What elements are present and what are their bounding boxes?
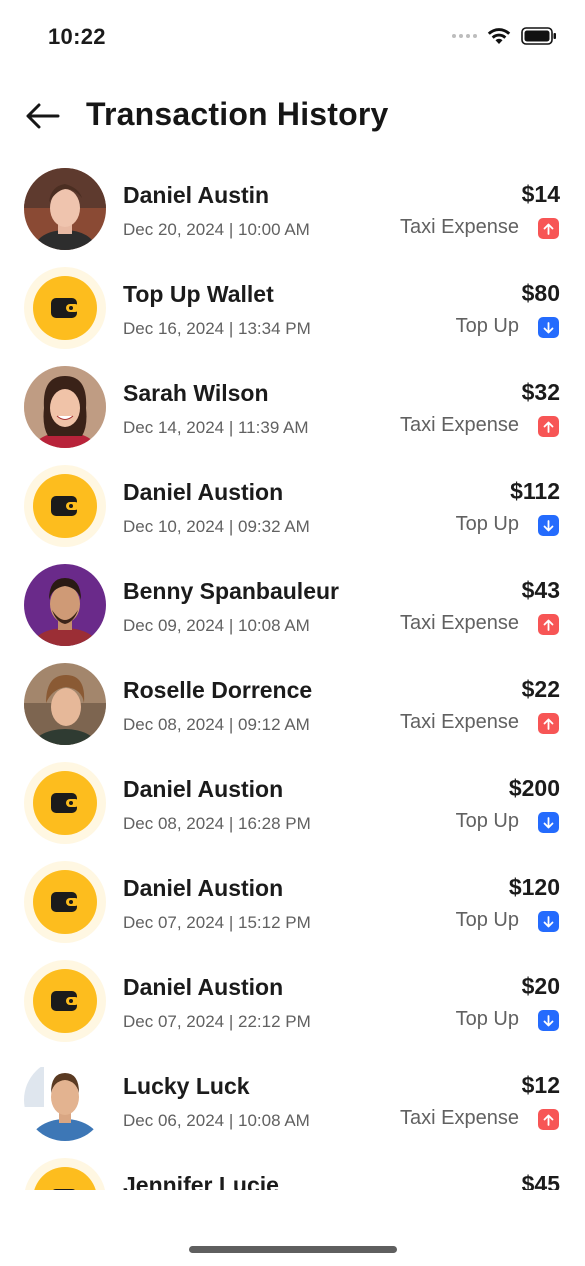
avatar xyxy=(24,663,106,745)
transaction-type: Top Up xyxy=(455,315,519,337)
battery-icon xyxy=(521,27,556,45)
wallet-icon xyxy=(51,991,79,1011)
transaction-name: Daniel Austin xyxy=(123,182,270,208)
transaction-name: Daniel Austion xyxy=(123,479,284,505)
wifi-icon xyxy=(487,28,511,44)
transaction-type: Top Up xyxy=(455,1008,519,1030)
transaction-name: Lucky Luck xyxy=(123,1073,250,1099)
arrow-left-icon xyxy=(26,103,60,129)
transaction-row[interactable]: Daniel Austion Dec 07, 2024 | 22:12 PM $… xyxy=(0,960,585,1059)
avatar xyxy=(24,168,106,250)
transaction-row[interactable]: Daniel Austion Dec 10, 2024 | 09:32 AM $… xyxy=(0,465,585,564)
wallet-icon xyxy=(51,496,79,516)
avatar xyxy=(24,366,106,448)
transaction-date: Dec 07, 2024 | 22:12 PM xyxy=(123,1012,311,1031)
transaction-type: Top Up xyxy=(455,513,519,535)
transaction-row[interactable]: Daniel Austion Dec 07, 2024 | 15:12 PM $… xyxy=(0,861,585,960)
transaction-amount: $112 xyxy=(510,478,560,504)
status-time: 10:22 xyxy=(48,24,106,49)
transaction-amount: $22 xyxy=(521,676,560,702)
avatar xyxy=(24,564,106,646)
transaction-type: Top Up xyxy=(455,909,519,931)
arrow-up-icon xyxy=(538,218,559,239)
transaction-amount: $45 xyxy=(521,1171,560,1190)
transaction-date: Dec 08, 2024 | 16:28 PM xyxy=(123,814,311,833)
transaction-type: Taxi Expense xyxy=(400,1107,519,1129)
status-icons xyxy=(452,27,557,45)
arrow-down-icon xyxy=(538,812,559,833)
arrow-up-icon xyxy=(538,614,559,635)
arrow-down-icon xyxy=(538,1010,559,1031)
wallet-avatar xyxy=(24,762,106,844)
transaction-type: Taxi Expense xyxy=(400,216,519,238)
transaction-name: Daniel Austion xyxy=(123,776,284,802)
transaction-row[interactable]: Jennifer Lucie $45 xyxy=(0,1158,585,1190)
transaction-date: Dec 07, 2024 | 15:12 PM xyxy=(123,913,311,932)
avatar xyxy=(24,1059,106,1141)
transaction-date: Dec 20, 2024 | 10:00 AM xyxy=(123,220,310,239)
arrow-down-icon xyxy=(538,911,559,932)
transaction-name: Daniel Austion xyxy=(123,974,284,1000)
transaction-date: Dec 10, 2024 | 09:32 AM xyxy=(123,517,310,536)
arrow-up-icon xyxy=(538,713,559,734)
wallet-icon xyxy=(53,1189,75,1190)
transaction-name: Benny Spanbauleur xyxy=(123,578,339,604)
transaction-type: Top Up xyxy=(455,810,519,832)
transaction-date: Dec 16, 2024 | 13:34 PM xyxy=(123,319,311,338)
transaction-type: Taxi Expense xyxy=(400,612,519,634)
wallet-avatar xyxy=(24,960,106,1042)
transaction-amount: $12 xyxy=(521,1072,560,1098)
transaction-amount: $200 xyxy=(508,775,560,801)
transaction-row[interactable]: Sarah Wilson Dec 14, 2024 | 11:39 AM $32… xyxy=(0,366,585,465)
transaction-amount: $32 xyxy=(521,379,560,405)
transaction-row[interactable]: Daniel Austion Dec 08, 2024 | 16:28 PM $… xyxy=(0,762,585,861)
transaction-amount: $14 xyxy=(521,181,560,207)
wallet-icon xyxy=(51,892,79,912)
wallet-avatar xyxy=(24,1158,106,1190)
header: Transaction History xyxy=(0,88,585,144)
wallet-icon xyxy=(51,298,79,318)
transaction-name: Top Up Wallet xyxy=(123,281,274,307)
transaction-name: Roselle Dorrence xyxy=(123,677,313,703)
transaction-amount: $20 xyxy=(521,973,560,999)
transaction-date: Dec 09, 2024 | 10:08 AM xyxy=(123,616,310,635)
transaction-date: Dec 14, 2024 | 11:39 AM xyxy=(123,418,309,437)
transaction-name: Jennifer Lucie xyxy=(123,1172,279,1190)
transaction-row[interactable]: Benny Spanbauleur Dec 09, 2024 | 10:08 A… xyxy=(0,564,585,663)
transaction-name: Sarah Wilson xyxy=(123,380,269,406)
transaction-amount: $120 xyxy=(508,874,560,900)
status-bar: 10:22 xyxy=(0,0,585,70)
arrow-down-icon xyxy=(538,515,559,536)
transaction-amount: $43 xyxy=(521,577,560,603)
transaction-amount: $80 xyxy=(521,280,560,306)
back-button[interactable] xyxy=(22,96,62,136)
transaction-row[interactable]: Daniel Austin Dec 20, 2024 | 10:00 AM $1… xyxy=(0,168,585,267)
transaction-row[interactable]: Lucky Luck Dec 06, 2024 | 10:08 AM $12 T… xyxy=(0,1059,585,1158)
transaction-type: Taxi Expense xyxy=(400,414,519,436)
page-title: Transaction History xyxy=(86,96,389,132)
transaction-row[interactable]: Top Up Wallet Dec 16, 2024 | 13:34 PM $8… xyxy=(0,267,585,366)
transaction-date: Dec 08, 2024 | 09:12 AM xyxy=(123,715,310,734)
cellular-signal-icon xyxy=(452,34,477,38)
arrow-up-icon xyxy=(538,416,559,437)
transaction-list[interactable]: Daniel Austin Dec 20, 2024 | 10:00 AM $1… xyxy=(0,166,585,1190)
transaction-row[interactable]: Roselle Dorrence Dec 08, 2024 | 09:12 AM… xyxy=(0,663,585,762)
wallet-avatar xyxy=(24,465,106,547)
transaction-date: Dec 06, 2024 | 10:08 AM xyxy=(123,1111,310,1130)
arrow-up-icon xyxy=(538,1109,559,1130)
wallet-avatar xyxy=(24,267,106,349)
arrow-down-icon xyxy=(538,317,559,338)
home-indicator[interactable] xyxy=(189,1246,397,1253)
wallet-avatar xyxy=(24,861,106,943)
wallet-icon xyxy=(51,793,79,813)
transaction-name: Daniel Austion xyxy=(123,875,284,901)
transaction-type: Taxi Expense xyxy=(400,711,519,733)
